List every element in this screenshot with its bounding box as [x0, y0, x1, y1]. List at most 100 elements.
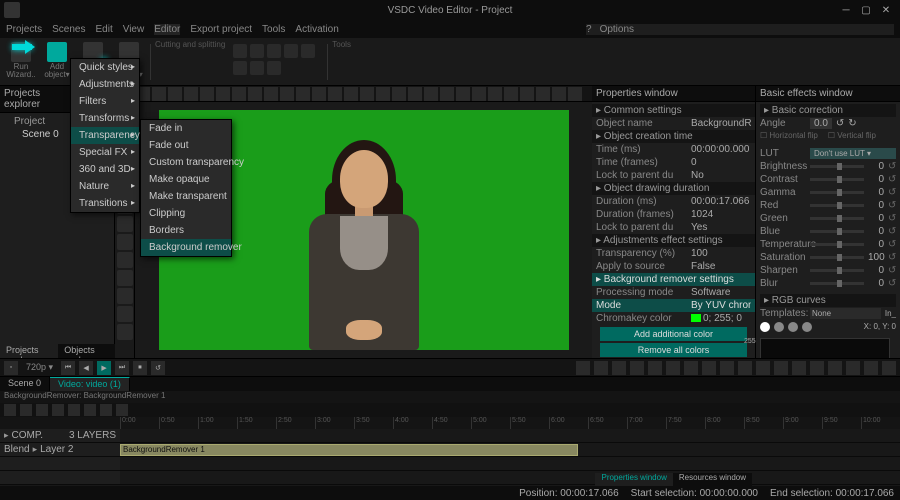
mini-tool-1[interactable]: [250, 44, 264, 58]
menu-tools[interactable]: Tools: [262, 24, 285, 35]
playback-btn-3[interactable]: ⏭: [115, 361, 129, 375]
prop-group[interactable]: ▸ Adjustments effect settings: [592, 234, 755, 247]
menu-editor[interactable]: Editor: [154, 24, 180, 35]
options-link[interactable]: Options: [600, 24, 634, 35]
prop-row[interactable]: Lock to parent duNo: [592, 169, 755, 182]
menu-projects[interactable]: Projects: [6, 24, 42, 35]
timeline-tool-0[interactable]: [576, 361, 590, 375]
prop-button[interactable]: Remove all colors: [600, 343, 747, 357]
maximize-button[interactable]: ▢: [856, 3, 876, 17]
canvas-tool-23[interactable]: [504, 87, 518, 101]
menu-item-fade-in[interactable]: Fade in: [141, 120, 231, 137]
menu-item-make-opaque[interactable]: Make opaque: [141, 171, 231, 188]
canvas-tool-6[interactable]: [232, 87, 246, 101]
transparency-submenu[interactable]: Fade inFade outCustom transparencyMake o…: [140, 119, 232, 257]
mini-tool-3[interactable]: [284, 44, 298, 58]
canvas-tool-26[interactable]: [552, 87, 566, 101]
tab-objects-explorer[interactable]: Objects explorer: [58, 344, 115, 358]
track-comp-header[interactable]: ▸ COMP. 3 LAYERS: [0, 429, 120, 442]
canvas-tool-9[interactable]: [280, 87, 294, 101]
menu-edit[interactable]: Edit: [95, 24, 112, 35]
canvas-tool-25[interactable]: [536, 87, 550, 101]
lut-select[interactable]: Don't use LUT ▾: [810, 148, 896, 159]
timeline-clip[interactable]: BackgroundRemover 1: [120, 444, 578, 456]
help-icon[interactable]: ?: [586, 24, 592, 35]
tl-hdr-btn-5[interactable]: [84, 404, 96, 416]
vtool-10[interactable]: [117, 270, 133, 286]
prop-row[interactable]: Transparency (%)100: [592, 247, 755, 260]
timeline-tool-3[interactable]: [630, 361, 644, 375]
preview-toggle[interactable]: ▫: [4, 361, 18, 375]
canvas-tool-24[interactable]: [520, 87, 534, 101]
menu-item-filters[interactable]: Filters: [71, 93, 139, 110]
tab-resources[interactable]: Resources window: [673, 473, 752, 486]
canvas-tool-13[interactable]: [344, 87, 358, 101]
fx-curves-group[interactable]: ▸ RGB curves: [760, 294, 896, 307]
menu-item-custom-transparency[interactable]: Custom transparency: [141, 154, 231, 171]
vtool-7[interactable]: [117, 216, 133, 232]
curve-channel-dot[interactable]: [802, 322, 812, 332]
prop-row[interactable]: Processing modeSoftware: [592, 286, 755, 299]
canvas-tool-7[interactable]: [248, 87, 262, 101]
timeline-tab-video[interactable]: Video: video (1): [50, 377, 130, 391]
timeline-tool-10[interactable]: [756, 361, 770, 375]
canvas-tool-12[interactable]: [328, 87, 342, 101]
close-button[interactable]: ✕: [876, 3, 896, 17]
slider-brightness[interactable]: [810, 165, 864, 168]
slider-sharpen[interactable]: [810, 269, 864, 272]
resolution-select[interactable]: 720p ▾: [26, 362, 53, 373]
menu-item-transforms[interactable]: Transforms: [71, 110, 139, 127]
timeline-tool-13[interactable]: [810, 361, 824, 375]
prop-row[interactable]: Apply to sourceFalse: [592, 260, 755, 273]
prop-row[interactable]: Lock to parent duYes: [592, 221, 755, 234]
curve-channel-dot[interactable]: [760, 322, 770, 332]
rotate-ccw-icon[interactable]: ↺: [836, 118, 844, 129]
timeline-tool-9[interactable]: [738, 361, 752, 375]
prop-group[interactable]: ▸ Common settings: [592, 104, 755, 117]
canvas-tool-21[interactable]: [472, 87, 486, 101]
timeline-tool-12[interactable]: [792, 361, 806, 375]
menu-view[interactable]: View: [123, 24, 145, 35]
menu-item-transparency[interactable]: Transparency: [71, 127, 139, 144]
slider-green[interactable]: [810, 217, 864, 220]
menu-item-background-remover[interactable]: Background remover: [141, 239, 231, 256]
tl-hdr-btn-3[interactable]: [52, 404, 64, 416]
slider-blur[interactable]: [810, 282, 864, 285]
playback-btn-1[interactable]: ◀: [79, 361, 93, 375]
playback-btn-5[interactable]: ↺: [151, 361, 165, 375]
timeline-tool-2[interactable]: [612, 361, 626, 375]
slider-temperature[interactable]: [810, 243, 864, 246]
canvas-tool-10[interactable]: [296, 87, 310, 101]
tl-hdr-btn-7[interactable]: [116, 404, 128, 416]
add-object-button[interactable]: Add object▾: [40, 40, 74, 81]
mini-tool-6[interactable]: [250, 61, 264, 75]
slider-contrast[interactable]: [810, 178, 864, 181]
playback-btn-0[interactable]: ⏮: [61, 361, 75, 375]
prop-row[interactable]: Time (frames)0: [592, 156, 755, 169]
menu-item-clipping[interactable]: Clipping: [141, 205, 231, 222]
canvas-tool-5[interactable]: [216, 87, 230, 101]
timeline-tool-16[interactable]: [864, 361, 878, 375]
track-blend-header[interactable]: Blend ▸ Layer 2: [0, 443, 120, 456]
canvas-tool-18[interactable]: [424, 87, 438, 101]
slider-red[interactable]: [810, 204, 864, 207]
tl-hdr-btn-4[interactable]: [68, 404, 80, 416]
canvas-tool-14[interactable]: [360, 87, 374, 101]
slider-saturation[interactable]: [810, 256, 864, 259]
mini-tool-5[interactable]: [233, 61, 247, 75]
rotate-cw-icon[interactable]: ↻: [848, 118, 856, 129]
timeline-tool-8[interactable]: [720, 361, 734, 375]
canvas-tool-15[interactable]: [376, 87, 390, 101]
timeline-tool-4[interactable]: [648, 361, 662, 375]
minimize-button[interactable]: ─: [836, 3, 856, 17]
tl-hdr-btn-2[interactable]: [36, 404, 48, 416]
tl-hdr-btn-0[interactable]: [4, 404, 16, 416]
vtool-8[interactable]: [117, 234, 133, 250]
timeline-tool-1[interactable]: [594, 361, 608, 375]
canvas-tool-2[interactable]: [168, 87, 182, 101]
timeline-tool-17[interactable]: [882, 361, 896, 375]
tl-hdr-btn-6[interactable]: [100, 404, 112, 416]
prop-button[interactable]: Add additional color: [600, 327, 747, 341]
template-select[interactable]: None: [810, 308, 881, 319]
prop-row[interactable]: Duration (ms)00:00:17.066: [592, 195, 755, 208]
